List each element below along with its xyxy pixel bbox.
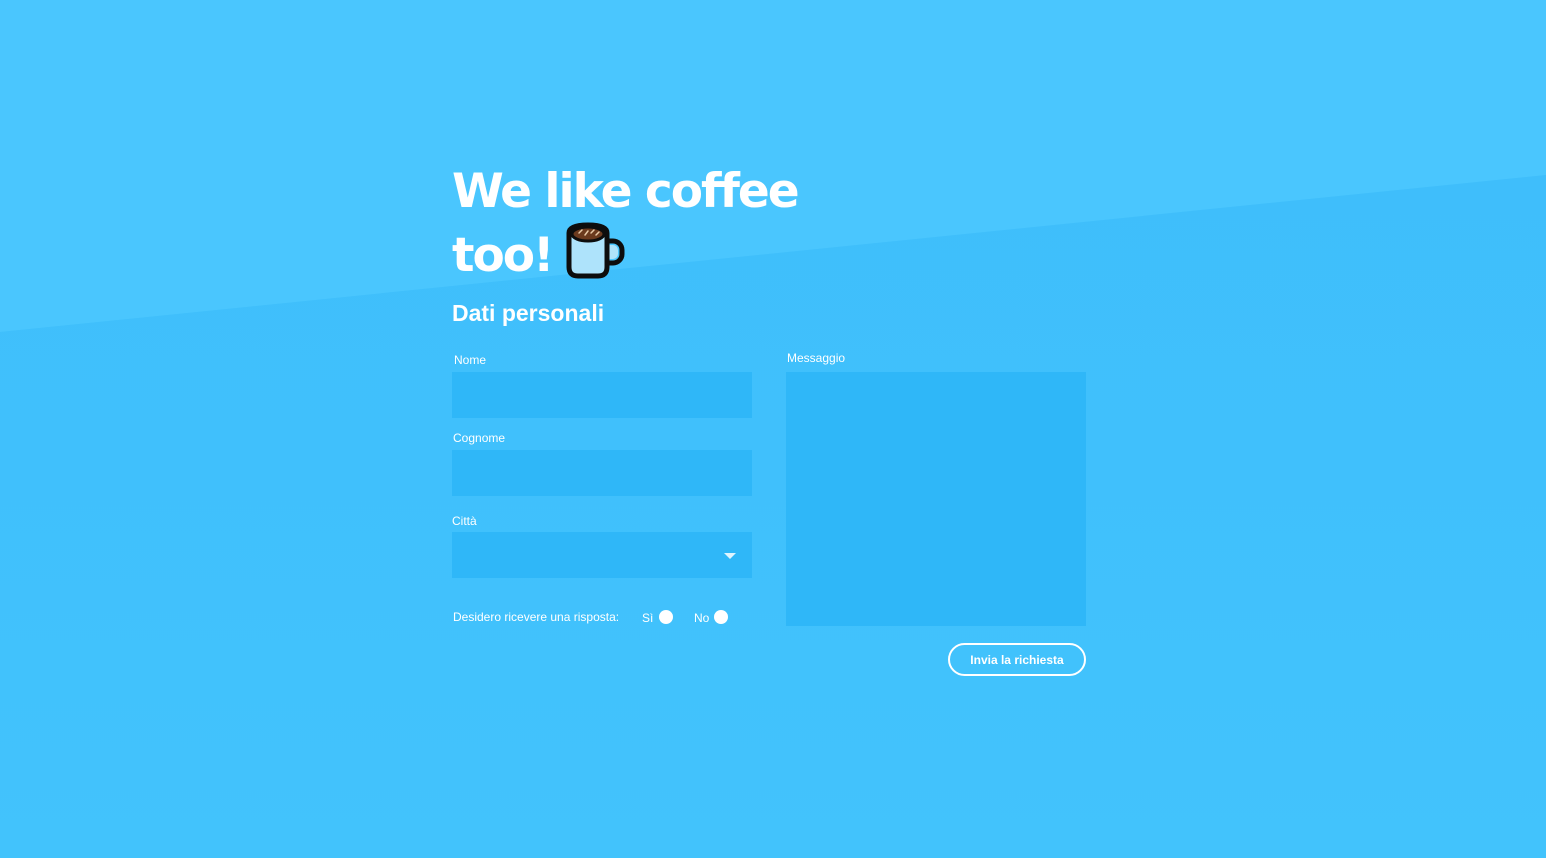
radio-si[interactable] bbox=[659, 610, 673, 624]
page-headline: We like coffee too! bbox=[452, 163, 800, 293]
cognome-input[interactable] bbox=[452, 450, 752, 496]
risposta-question: Desidero ricevere una risposta: bbox=[453, 610, 620, 624]
messaggio-label: Messaggio bbox=[787, 351, 846, 365]
radio-si-label: Sì bbox=[642, 611, 654, 625]
citta-select[interactable] bbox=[452, 532, 752, 578]
chevron-down-icon[interactable] bbox=[724, 553, 736, 559]
invia-richiesta-button[interactable]: Invia la richiesta bbox=[948, 643, 1086, 676]
citta-label: Città bbox=[452, 514, 477, 528]
messaggio-textarea[interactable] bbox=[786, 372, 1086, 626]
cognome-label: Cognome bbox=[453, 431, 506, 445]
nome-input[interactable] bbox=[452, 372, 752, 418]
coffee-mug-icon bbox=[566, 221, 626, 293]
headline-line-2: too! bbox=[452, 221, 798, 293]
section-title: Dati personali bbox=[452, 300, 605, 326]
headline-line-2-text: too! bbox=[452, 228, 554, 283]
radio-no-label: No bbox=[694, 611, 710, 625]
headline-line-1: We like coffee bbox=[452, 164, 800, 219]
radio-no[interactable] bbox=[714, 610, 728, 624]
nome-label: Nome bbox=[454, 353, 487, 367]
